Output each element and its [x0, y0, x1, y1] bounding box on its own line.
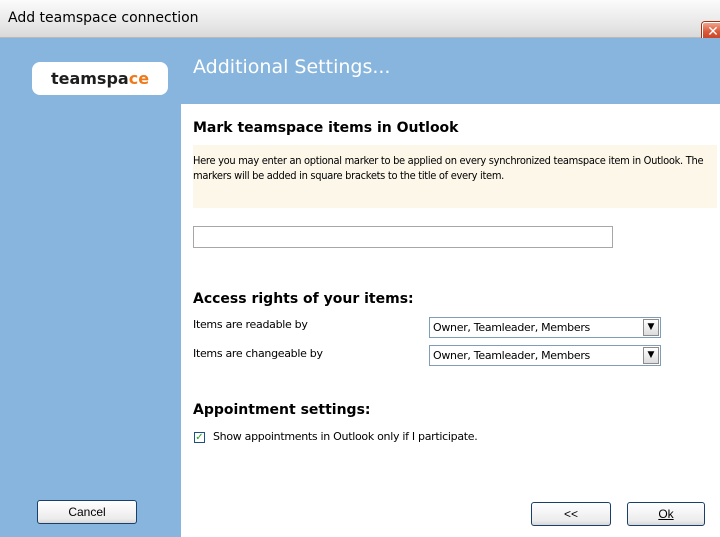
marker-info-box: Here you may enter an optional marker to…	[193, 145, 717, 208]
appointment-section-heading: Appointment settings:	[193, 402, 371, 418]
participate-only-checkbox[interactable]: ✓	[194, 432, 205, 443]
ok-button[interactable]: Ok	[627, 502, 705, 526]
readable-by-value: Owner, Teamleader, Members	[433, 321, 590, 334]
title-bar: Add teamspace connection ✕	[0, 0, 720, 43]
readable-by-select[interactable]: Owner, Teamleader, Members ▼	[429, 317, 661, 338]
checkmark-icon: ✓	[195, 432, 204, 443]
participate-only-label: Show appointments in Outlook only if I p…	[213, 430, 478, 443]
cancel-button[interactable]: Cancel	[37, 500, 137, 524]
chevron-down-icon[interactable]: ▼	[643, 347, 659, 364]
logo-text: teamspa	[50, 69, 129, 88]
page-title: Additional Settings...	[193, 56, 391, 78]
sidebar-panel: teamspace Cancel	[0, 38, 181, 537]
header-band: Additional Settings...	[181, 38, 720, 104]
ok-button-label: Ok	[658, 507, 674, 521]
marker-description: Here you may enter an optional marker to…	[193, 154, 704, 182]
cancel-button-label: Cancel	[68, 505, 106, 519]
settings-content: Mark teamspace items in Outlook Here you…	[181, 104, 720, 537]
access-section-heading: Access rights of your items:	[193, 291, 414, 307]
window-title: Add teamspace connection	[8, 10, 199, 26]
readable-label: Items are readable by	[193, 318, 308, 331]
back-button-label: <<	[563, 507, 578, 521]
marker-section-heading: Mark teamspace items in Outlook	[193, 120, 459, 136]
changeable-label: Items are changeable by	[193, 347, 323, 360]
changeable-by-value: Owner, Teamleader, Members	[433, 349, 590, 362]
chevron-down-icon[interactable]: ▼	[643, 319, 659, 336]
changeable-by-select[interactable]: Owner, Teamleader, Members ▼	[429, 345, 661, 366]
logo-mark: ce	[128, 69, 150, 88]
teamspace-logo: teamspace	[32, 62, 168, 95]
marker-input[interactable]	[193, 226, 613, 248]
back-button[interactable]: <<	[531, 502, 611, 526]
